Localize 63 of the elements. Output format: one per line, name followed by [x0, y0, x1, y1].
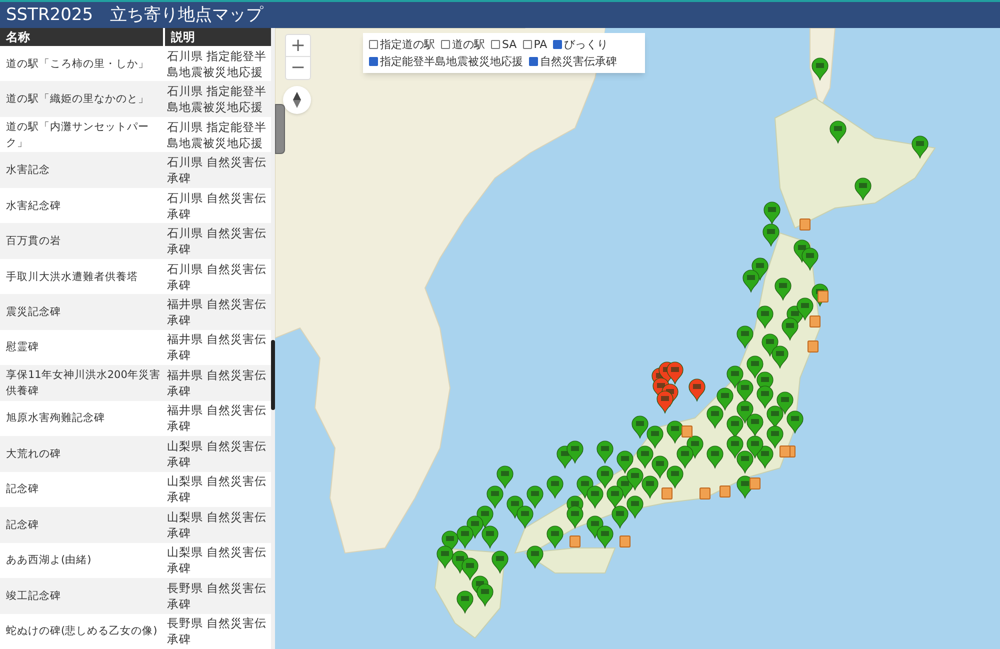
table-cell-text: 山梨県 自然災害伝承碑 [166, 438, 268, 470]
table-cell-text: 山梨県 自然災害伝承碑 [166, 473, 268, 506]
table-cell-text: 道の駅「織姫の里なかのと」 [5, 92, 150, 108]
table-cell-text: 震災記念碑 [5, 305, 62, 320]
table-cell-text: 長野県 自然災害伝承碑 [166, 580, 268, 612]
layer-checkbox[interactable] [491, 40, 500, 50]
layer-label: 道の駅 [452, 38, 485, 51]
layer-checkbox[interactable] [369, 40, 378, 50]
layer-checkbox[interactable] [522, 40, 532, 50]
table-cell-text: 大荒れの碑 [5, 446, 62, 462]
table-row[interactable]: 享保11年女神川洪水200年災害供養碑 福井県 自然災害伝承碑 [0, 365, 271, 401]
table-cell-text: 水害記念 [5, 163, 51, 178]
table-cell-text: 百万貫の岩 [5, 234, 62, 250]
column-header: 説明 [170, 29, 196, 46]
table-cell-text: 石川県 自然災害伝承碑 [166, 190, 268, 222]
table-cell-text: 道の駅「内灘サンセットパーク」 [5, 120, 150, 151]
table-cell-text: 竣工記念碑 [5, 588, 62, 604]
layer-checkbox[interactable] [553, 40, 562, 50]
zoom-out-button[interactable]: − [286, 57, 310, 79]
table-row[interactable]: 記念碑 山梨県 自然災害伝承碑 [0, 507, 271, 543]
table-cell-text: 旭原水害殉難記念碑 [5, 411, 106, 426]
compass-icon [293, 92, 301, 108]
layer-checkbox[interactable] [529, 57, 538, 66]
table-row[interactable]: 震災記念碑 福井県 自然災害伝承碑 [0, 294, 271, 330]
table-cell-text: 蛇ぬけの碑(悲しめる乙女の像) [5, 624, 158, 640]
layer-label: PA [534, 38, 548, 51]
table-cell-text: 石川県 自然災害伝承碑 [166, 260, 268, 293]
layer-label: 自然災害伝承碑 [540, 55, 617, 68]
table-cell-text: 石川県 指定能登半島地震被災地応援 [166, 48, 268, 80]
scrollbar-thumb[interactable] [271, 340, 275, 410]
layer-checkbox[interactable] [441, 40, 450, 50]
table-cell-text: 石川県 指定能登半島地震被災地応援 [166, 83, 268, 116]
zoom-in-button[interactable]: + [286, 35, 310, 57]
table-cell-text: 石川県 指定能登半島地震被災地応援 [166, 118, 268, 151]
table-cell-text: 享保11年女神川洪水200年災害供養碑 [5, 368, 162, 399]
table-cell-text: 福井県 自然災害伝承碑 [166, 296, 268, 328]
table-row[interactable]: 百万貫の岩 石川県 自然災害伝承碑 [0, 223, 271, 259]
table-cell-text: 山梨県 自然災害伝承碑 [166, 544, 268, 576]
table-cell-text: 道の駅「ころ柿の里・しか」 [5, 56, 150, 72]
table-cell-text: 慰霊碑 [5, 340, 40, 356]
layer-label: 指定道の駅 [380, 38, 435, 51]
table-cell-text: ああ西湖よ(由緒) [5, 553, 92, 568]
table-cell-text: 山梨県 自然災害伝承碑 [166, 508, 268, 541]
table-cell-text: 記念碑 [5, 482, 40, 498]
table-cell-text: 長野県 自然災害伝承碑 [166, 615, 268, 648]
panel-handle[interactable] [275, 104, 285, 154]
table-cell-text: 福井県 自然災害伝承碑 [166, 331, 268, 364]
table-row[interactable]: 水害記念 石川県 自然災害伝承碑 [0, 152, 271, 188]
table-cell-text: 石川県 自然災害伝承碑 [166, 154, 268, 186]
table-row[interactable]: 大荒れの碑 山梨県 自然災害伝承碑 [0, 436, 271, 472]
table-cell-text: 水害紀念碑 [5, 198, 62, 214]
table-cell-text: 石川県 自然災害伝承碑 [166, 225, 268, 258]
table-cell-text: 記念碑 [5, 518, 40, 533]
table-cell-text: 手取川大洪水遭難者供養塔 [5, 270, 139, 285]
layer-label: 指定能登半島地震被災地応援 [380, 55, 523, 68]
table-cell-text: 福井県 自然災害伝承碑 [166, 402, 268, 434]
app-title: SSTR2025 立ち寄り地点マップ [6, 6, 264, 24]
layer-label: びっくり [564, 38, 608, 51]
table-row[interactable]: 竣工記念碑 長野県 自然災害伝承碑 [0, 578, 271, 614]
layer-checkbox[interactable] [369, 57, 378, 66]
table-row[interactable]: 道の駅「織姫の里なかのと」 石川県 指定能登半島地震被災地応援 [0, 81, 271, 117]
table-cell-text: 福井県 自然災害伝承碑 [166, 366, 268, 399]
layer-label: SA [502, 38, 517, 51]
